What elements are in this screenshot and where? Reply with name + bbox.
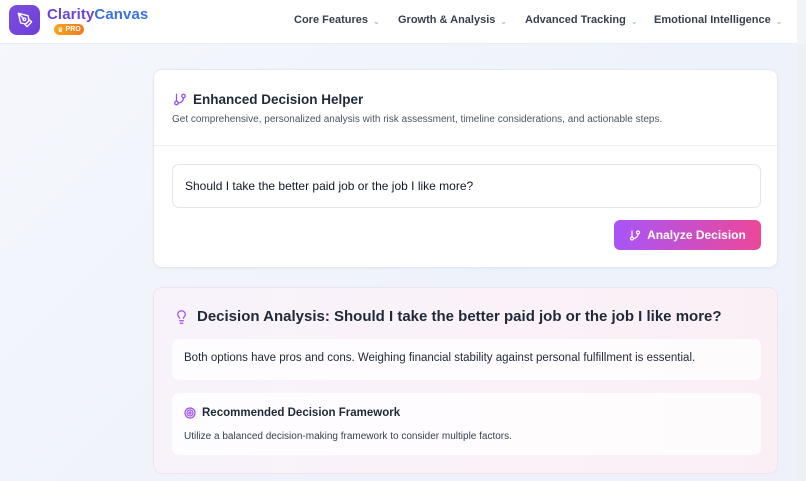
lightbulb-icon [177,310,186,324]
page-scrollbar[interactable] [797,44,806,481]
pro-badge: ♛ PRO [54,24,84,35]
decision-helper-subtitle: Get comprehensive, personalized analysis… [172,114,663,125]
nav-label: Advanced Tracking [525,14,626,26]
decision-input[interactable] [172,164,761,208]
brand-logo[interactable] [9,5,40,35]
nav-label: Growth & Analysis [398,14,496,26]
git-branch-icon [174,93,186,106]
target-icon [184,407,196,419]
nav-core-features[interactable]: Core Features ⌄ [294,14,380,26]
top-navbar: ClarityCanvas ♛ PRO Core Features ⌄ Grow… [0,0,806,44]
chevron-down-icon: ⌄ [372,16,380,26]
framework-text: Utilize a balanced decision-making frame… [184,431,512,442]
nav-label: Emotional Intelligence [654,14,771,26]
decision-helper-card: Enhanced Decision Helper Get comprehensi… [153,69,778,268]
decision-analysis-title: Decision Analysis: Should I take the bet… [197,308,722,325]
nav-advanced-tracking[interactable]: Advanced Tracking ⌄ [525,14,638,26]
decision-helper-title: Enhanced Decision Helper [193,92,364,107]
brand-name-part1: Clarity [47,6,95,23]
decision-analysis-card: Decision Analysis: Should I take the bet… [153,287,778,474]
scrollbar-top [797,0,806,44]
nav-emotional-intelligence[interactable]: Emotional Intelligence ⌄ [654,14,782,26]
crown-icon: ♛ [57,26,64,34]
pro-badge-label: PRO [65,26,81,33]
nav-growth-analysis[interactable]: Growth & Analysis ⌄ [398,14,507,26]
framework-title: Recommended Decision Framework [202,407,401,419]
chevron-down-icon: ⌄ [630,16,638,26]
pen-tool-icon [17,12,32,28]
analysis-summary-box: Both options have pros and cons. Weighin… [172,339,761,380]
brand-name[interactable]: ClarityCanvas [47,6,148,23]
git-branch-icon [630,229,641,241]
analyze-decision-button[interactable]: Analyze Decision [614,220,761,250]
chevron-down-icon: ⌄ [500,16,508,26]
analysis-summary-text: Both options have pros and cons. Weighin… [184,352,696,364]
brand-name-part2: Canvas [94,6,149,23]
decision-helper-header: Enhanced Decision Helper Get comprehensi… [154,70,777,146]
analyze-decision-label: Analyze Decision [647,228,746,242]
framework-box: Recommended Decision Framework Utilize a… [172,393,761,455]
nav-label: Core Features [294,14,368,26]
chevron-down-icon: ⌄ [775,16,783,26]
